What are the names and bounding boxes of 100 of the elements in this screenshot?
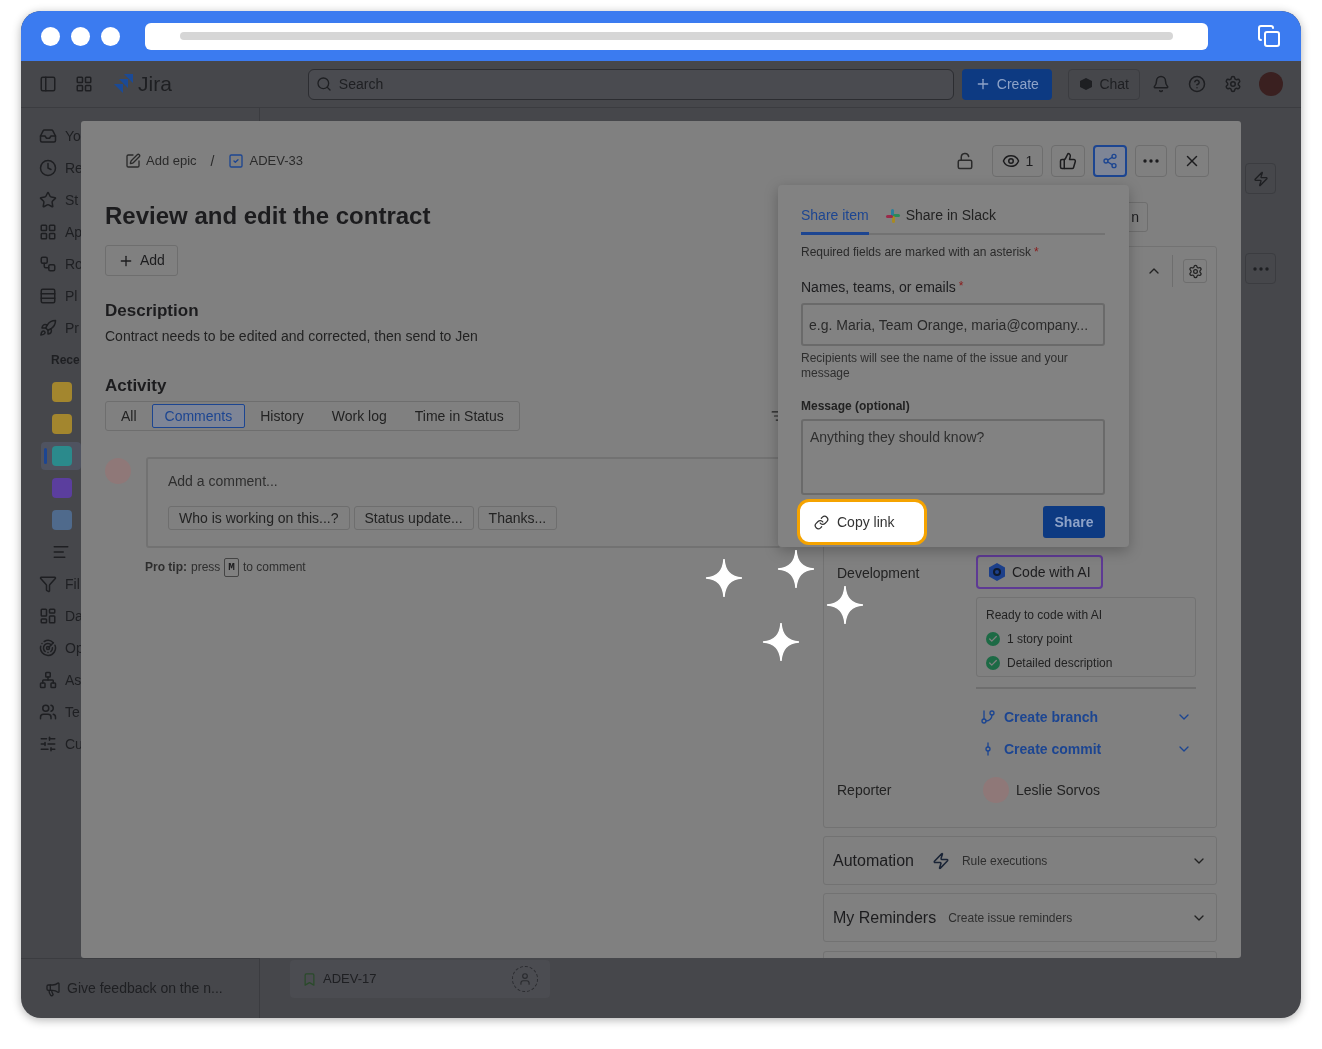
code-with-ai-button[interactable]: Code with AI bbox=[976, 555, 1103, 589]
share-tab[interactable]: Share in Slack bbox=[884, 205, 996, 235]
copy-icon[interactable] bbox=[1257, 24, 1281, 48]
sparkle-icon bbox=[762, 622, 800, 662]
jira-logo-icon[interactable] bbox=[112, 73, 134, 95]
section-heading: Activity bbox=[105, 375, 167, 397]
people-icon[interactable] bbox=[39, 703, 57, 721]
comment-placeholder[interactable]: Add a comment... bbox=[168, 471, 779, 492]
route-icon[interactable] bbox=[39, 255, 57, 273]
breadcrumb-link[interactable]: Add epic bbox=[146, 151, 197, 171]
lightning-icon bbox=[1252, 170, 1269, 187]
reporter-name[interactable]: Leslie Sorvos bbox=[1016, 779, 1101, 801]
field-label: Message (optional) bbox=[801, 398, 911, 415]
watchers-button[interactable]: 1 bbox=[992, 145, 1043, 177]
collapsible-panel[interactable]: Automation Rule executions bbox=[823, 836, 1217, 885]
project-icon[interactable] bbox=[52, 414, 72, 434]
breadcrumb-separator: / bbox=[210, 151, 215, 171]
apps-icon[interactable] bbox=[39, 223, 57, 241]
lightning-icon bbox=[931, 851, 950, 870]
inbox-icon[interactable] bbox=[39, 127, 57, 145]
activity-tab[interactable]: All bbox=[108, 404, 150, 428]
project-icon[interactable] bbox=[52, 478, 72, 498]
avatar[interactable] bbox=[1259, 72, 1283, 96]
create-button[interactable]: Create bbox=[961, 68, 1052, 100]
sliders-icon[interactable] bbox=[39, 735, 57, 753]
lightning-button[interactable] bbox=[1245, 163, 1276, 194]
panel-title: My Reminders bbox=[833, 907, 937, 928]
rows-icon[interactable] bbox=[39, 287, 57, 305]
comment-box[interactable]: Add a comment... Who is working on this...? Status update... Thanks... bbox=[146, 457, 781, 548]
megaphone-icon bbox=[45, 980, 61, 997]
field-label: Development bbox=[837, 564, 921, 583]
check-label: 1 story point bbox=[1007, 631, 1073, 648]
dashboard-icon[interactable] bbox=[39, 607, 57, 625]
filter-icon[interactable] bbox=[39, 575, 57, 593]
share-button[interactable] bbox=[1093, 145, 1127, 177]
helper-text: Recipients will see the name of the issue and your message bbox=[801, 351, 1069, 381]
field-label: Names, teams, or emails bbox=[801, 278, 956, 297]
suggestion-chip[interactable]: Status update... bbox=[353, 506, 474, 530]
add-button[interactable]: Add bbox=[105, 245, 178, 276]
share-submit-button[interactable]: Share bbox=[1043, 506, 1105, 538]
settings-button[interactable] bbox=[1183, 259, 1207, 283]
project-icon[interactable] bbox=[52, 510, 72, 530]
list-icon[interactable] bbox=[52, 543, 70, 561]
activity-tab[interactable]: Work log bbox=[318, 404, 400, 428]
more-button[interactable] bbox=[1135, 145, 1167, 177]
activity-tab[interactable]: Comments bbox=[151, 404, 246, 428]
activity-tab[interactable]: History bbox=[247, 404, 317, 428]
description-text[interactable]: Contract needs to be edited and corrected, then send to Jen bbox=[105, 326, 478, 346]
clock-icon[interactable] bbox=[39, 159, 57, 177]
sidebar-toggle-icon[interactable] bbox=[39, 75, 57, 93]
rocket-icon[interactable] bbox=[39, 319, 57, 337]
share-icon bbox=[1102, 153, 1118, 169]
suggestion-chip[interactable]: Who is working on this...? bbox=[168, 506, 350, 530]
user-icon bbox=[518, 972, 532, 986]
message-field[interactable]: Anything they should know? bbox=[801, 419, 1105, 495]
action-link[interactable]: Create branch bbox=[1004, 706, 1099, 728]
project-icon[interactable] bbox=[52, 446, 72, 466]
activity-tab[interactable]: Time in Status bbox=[401, 404, 517, 428]
project-icon[interactable] bbox=[52, 382, 72, 402]
panel-title: Automation bbox=[833, 850, 914, 871]
settings-icon bbox=[1187, 263, 1203, 279]
keyboard-key: M bbox=[224, 558, 239, 577]
more-button[interactable] bbox=[1245, 253, 1276, 284]
more-icon bbox=[1252, 266, 1269, 271]
help-icon[interactable] bbox=[1188, 75, 1206, 93]
radar-icon[interactable] bbox=[39, 639, 57, 657]
required-mark: * bbox=[1034, 244, 1039, 261]
suggestion-chip[interactable]: Thanks... bbox=[477, 506, 558, 530]
close-button[interactable] bbox=[1175, 145, 1209, 177]
bookmark-icon bbox=[302, 971, 317, 987]
share-tab[interactable]: Share item bbox=[801, 205, 869, 235]
action-link[interactable]: Create commit bbox=[1004, 738, 1102, 760]
notification-icon[interactable] bbox=[1152, 75, 1170, 93]
card-title: Ready to code with AI bbox=[986, 607, 1104, 624]
settings-icon[interactable] bbox=[1224, 75, 1242, 93]
address-bar[interactable] bbox=[145, 22, 1208, 50]
tip-text: press bbox=[191, 559, 221, 577]
slack-icon bbox=[884, 207, 901, 224]
link-icon bbox=[814, 514, 829, 530]
helper-text: Required fields are marked with an asterisk bbox=[801, 244, 1032, 261]
required-mark: * bbox=[958, 278, 964, 295]
copy-link-button[interactable]: Copy link bbox=[797, 499, 927, 545]
chat-logo-icon bbox=[1079, 77, 1094, 91]
unlock-icon[interactable] bbox=[956, 152, 974, 170]
recipients-field[interactable]: e.g. Maria, Team Orange, maria@company... bbox=[801, 303, 1105, 346]
checkbox-icon bbox=[228, 153, 245, 169]
collapsible-panel[interactable]: My Reminders Create issue reminders bbox=[823, 893, 1217, 942]
breadcrumb-link[interactable]: ADEV-33 bbox=[249, 151, 303, 171]
issue-title[interactable]: Review and edit the contract bbox=[105, 201, 431, 231]
branch-icon bbox=[980, 709, 996, 725]
tip-text: to comment bbox=[242, 559, 306, 577]
sparkle-icon bbox=[705, 558, 743, 598]
tip-label: Pro tip: bbox=[145, 559, 187, 577]
thumbs-up-icon bbox=[1059, 152, 1077, 170]
section-heading: Description bbox=[105, 300, 199, 322]
network-icon[interactable] bbox=[39, 671, 57, 689]
hexagon-gear-icon bbox=[988, 562, 1006, 582]
apps-icon[interactable] bbox=[75, 75, 93, 93]
star-icon[interactable] bbox=[39, 191, 57, 209]
like-button[interactable] bbox=[1051, 145, 1085, 177]
